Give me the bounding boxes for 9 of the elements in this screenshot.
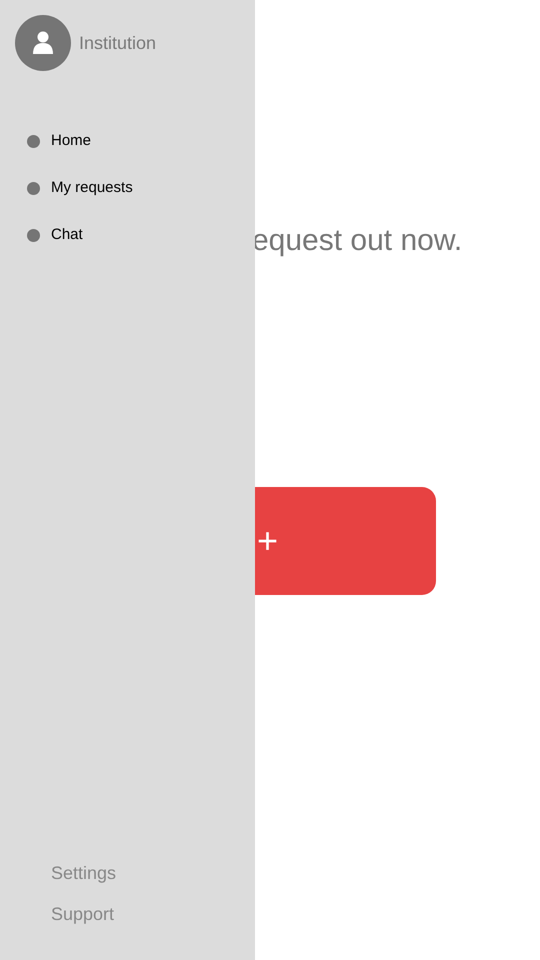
nav-item[interactable]: My requests bbox=[27, 178, 255, 199]
headline: equest out now. bbox=[252, 223, 464, 259]
nav-item[interactable]: Home bbox=[27, 131, 255, 152]
bullet-icon bbox=[27, 182, 40, 195]
profile-name: Institution bbox=[79, 32, 156, 54]
bullet-icon bbox=[27, 229, 40, 242]
bullet-icon bbox=[27, 135, 40, 148]
add-button[interactable]: + bbox=[255, 487, 436, 595]
nav-item[interactable]: Chat bbox=[27, 225, 255, 246]
